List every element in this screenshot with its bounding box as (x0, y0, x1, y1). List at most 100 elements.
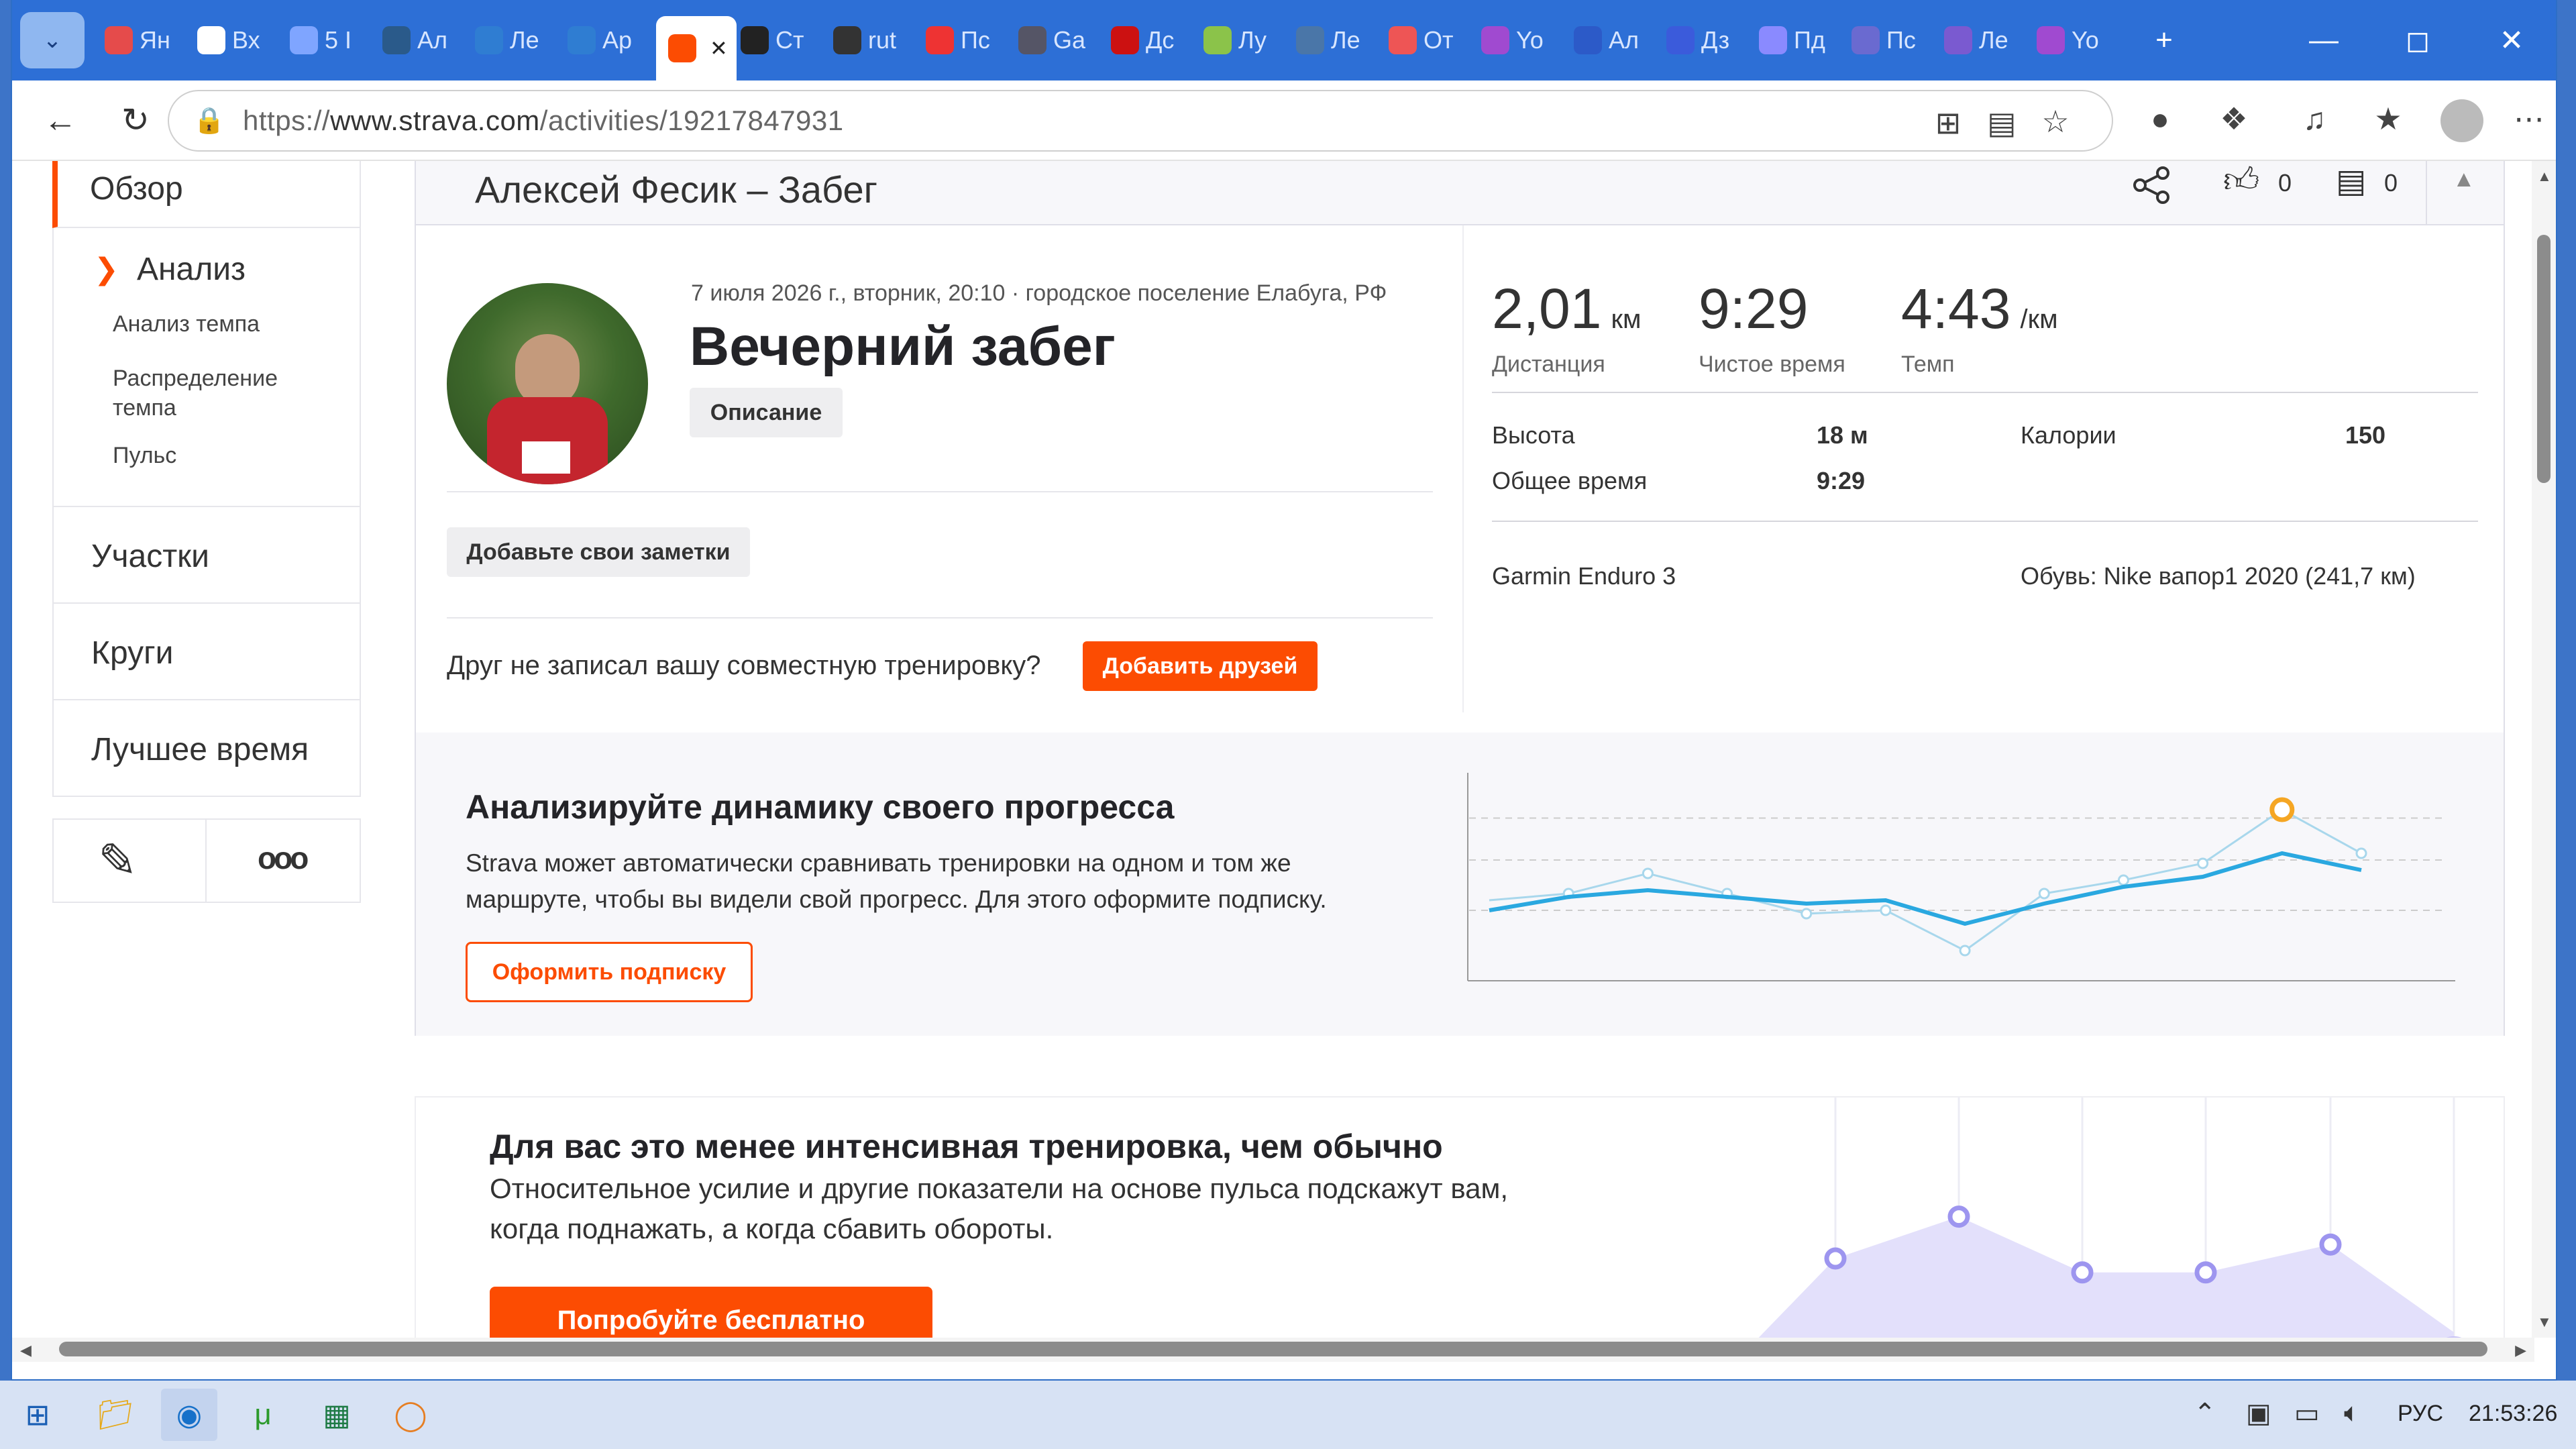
tab-label: rut (868, 26, 897, 54)
r-icon (1574, 26, 1602, 54)
tab-4[interactable]: Ле (471, 12, 564, 68)
tab-11[interactable]: Дс (1107, 12, 1199, 68)
shoes-info[interactable]: Обувь: Nike вапор1 2020 (241,7 км) (2021, 562, 2416, 590)
vertical-scroll-thumb[interactable] (2537, 235, 2551, 483)
share-icon[interactable] (2131, 164, 2174, 207)
lock-icon: 🔒 (193, 107, 225, 135)
pace-label: Темп (1901, 352, 1955, 377)
url-text: https://www.strava.com/activities/192178… (243, 105, 844, 136)
collapse-caret-icon[interactable]: ▲ (2453, 166, 2475, 193)
tab-21[interactable]: Yo (2033, 12, 2125, 68)
language-indicator[interactable]: РУС (2398, 1401, 2443, 1427)
elapsed-time-label: Общее время (1492, 467, 1648, 494)
tab-7[interactable]: Ст (737, 12, 829, 68)
tab-20[interactable]: Ле (1940, 12, 2033, 68)
favorite-star-icon[interactable]: ☆ (2034, 103, 2077, 140)
sidebar-laps-label: Круги (91, 635, 174, 671)
back-button[interactable]: ← (36, 101, 85, 140)
distance-label: Дистанция (1492, 352, 1605, 377)
file-explorer-icon[interactable]: 📁︎ (87, 1389, 144, 1441)
activity-meta: 7 июля 2026 г., вторник, 20:10 · городск… (691, 280, 1387, 306)
tab-14[interactable]: От (1385, 12, 1477, 68)
horizontal-scroll-thumb[interactable] (59, 1342, 2487, 1356)
add-friends-button[interactable]: Добавить друзей (1083, 641, 1318, 691)
tab-3[interactable]: Ал (378, 12, 471, 68)
maximize-button[interactable]: ◻ (2371, 23, 2465, 58)
promo-text-line2: маршруте, чтобы вы видели свой прогресс.… (466, 885, 1327, 913)
edge-icon[interactable]: ◉ (161, 1389, 217, 1441)
sidebar-item-best-efforts[interactable]: Лучшее время (52, 699, 361, 797)
vpn-icon[interactable]: ● (2139, 101, 2182, 137)
new-tab-button[interactable]: + (2132, 23, 2196, 57)
tab-16[interactable]: Ал (1570, 12, 1662, 68)
volume-icon[interactable]: 🔈︎ (2344, 1398, 2360, 1428)
comparison-point (2038, 888, 2050, 900)
intensity-text-line1: Относительное усилие и другие показатели… (490, 1173, 1509, 1204)
header-divider (2426, 161, 2427, 225)
sidebar-item-segments[interactable]: Участки (52, 506, 361, 604)
sidebar-item-pace-analysis[interactable]: Анализ темпа (113, 311, 260, 337)
tab-13[interactable]: Ле (1292, 12, 1385, 68)
sidebar-item-laps[interactable]: Круги (52, 602, 361, 700)
tab-9[interactable]: Пс (922, 12, 1014, 68)
url-field[interactable]: 🔒 https://www.strava.com/activities/1921… (168, 90, 2113, 152)
subscribe-button[interactable]: Оформить подписку (466, 942, 753, 1002)
tab-15[interactable]: Yo (1477, 12, 1570, 68)
utorrent-icon[interactable]: μ (235, 1389, 291, 1441)
favorites-icon[interactable]: ★ (2367, 101, 2410, 137)
scroll-down-icon[interactable]: ▼ (2537, 1313, 2552, 1331)
reload-button[interactable]: ↻ (111, 101, 160, 140)
app-icon[interactable]: ◯ (382, 1389, 439, 1441)
minimize-button[interactable]: — (2277, 23, 2371, 57)
moving-time-value: 9:29 (1699, 277, 1809, 340)
taskbar: ⊞ 📁︎ ◉ μ ▦ ◯ ⌃ ▣ ▭ 🔈︎ РУС 21:53:26 (0, 1381, 2576, 1449)
more-actions-button[interactable]: ooo (205, 818, 361, 903)
description-button[interactable]: Описание (690, 388, 843, 437)
reader-icon[interactable]: ▤ (1980, 105, 2023, 141)
tab-1[interactable]: Вх (193, 12, 286, 68)
start-windows-icon[interactable]: ⊞ (9, 1389, 66, 1441)
tab-5[interactable]: Ар (564, 12, 656, 68)
scroll-up-icon[interactable]: ▲ (2537, 168, 2552, 185)
tray-chevron-icon[interactable]: ⌃ (2194, 1398, 2216, 1429)
sidebar-item-analysis[interactable]: Анализ (137, 251, 246, 288)
edit-button[interactable]: ✎ (52, 818, 207, 903)
media-icon[interactable]: ♫ (2293, 101, 2336, 137)
tab-17[interactable]: Дз (1662, 12, 1755, 68)
tab-8[interactable]: rut (829, 12, 922, 68)
tab-12[interactable]: Лу (1199, 12, 1292, 68)
excel-icon[interactable]: ▦ (309, 1389, 365, 1441)
try-free-button[interactable]: Попробуйте бесплатно (490, 1287, 932, 1338)
scroll-right-icon[interactable]: ▶ (2515, 1342, 2526, 1359)
play-icon (1944, 26, 1972, 54)
comment-icon[interactable]: ▤ (2336, 162, 2366, 200)
tab-0[interactable]: Ян (101, 12, 193, 68)
clock[interactable]: 21:53:26 (2469, 1401, 2557, 1427)
camera-icon[interactable]: ▣ (2246, 1398, 2271, 1429)
close-window-button[interactable]: ✕ (2465, 23, 2556, 58)
tab-actions-button[interactable]: ⌄ (20, 12, 85, 68)
close-tab-icon[interactable]: ✕ (710, 36, 728, 61)
tab-label: Пс (961, 26, 990, 54)
tab-18[interactable]: Пд (1755, 12, 1847, 68)
extensions-icon[interactable]: ❖ (2212, 101, 2255, 137)
scroll-left-icon[interactable]: ◀ (20, 1342, 32, 1359)
pace-value: 4:43/км (1901, 277, 2058, 340)
more-icon[interactable]: ⋯ (2508, 101, 2551, 137)
add-notes-button[interactable]: Добавьте свои заметки (447, 527, 750, 577)
profile-avatar[interactable] (2440, 99, 2483, 142)
network-icon[interactable]: ▭ (2294, 1398, 2320, 1429)
video-icon (1481, 26, 1509, 54)
tab-2[interactable]: 5 І (286, 12, 378, 68)
tab-10[interactable]: Ga (1014, 12, 1107, 68)
tab-19[interactable]: Пс (1847, 12, 1940, 68)
sidebar-item-pace-distribution[interactable]: Распределение темпа (113, 364, 327, 423)
sidebar-item-overview[interactable]: Обзор (52, 161, 361, 228)
intensity-title: Для вас это менее интенсивная тренировка… (490, 1128, 1443, 1165)
kudos-thumb-icon[interactable]: 👍︎ (2223, 161, 2259, 201)
athlete-avatar[interactable] (447, 283, 648, 484)
intensity-point (2071, 1261, 2094, 1284)
apps-icon[interactable]: ⊞ (1927, 105, 1970, 141)
sidebar-item-heart-rate[interactable]: Пульс (113, 443, 176, 469)
tab-6[interactable]: ✕ (656, 16, 737, 80)
